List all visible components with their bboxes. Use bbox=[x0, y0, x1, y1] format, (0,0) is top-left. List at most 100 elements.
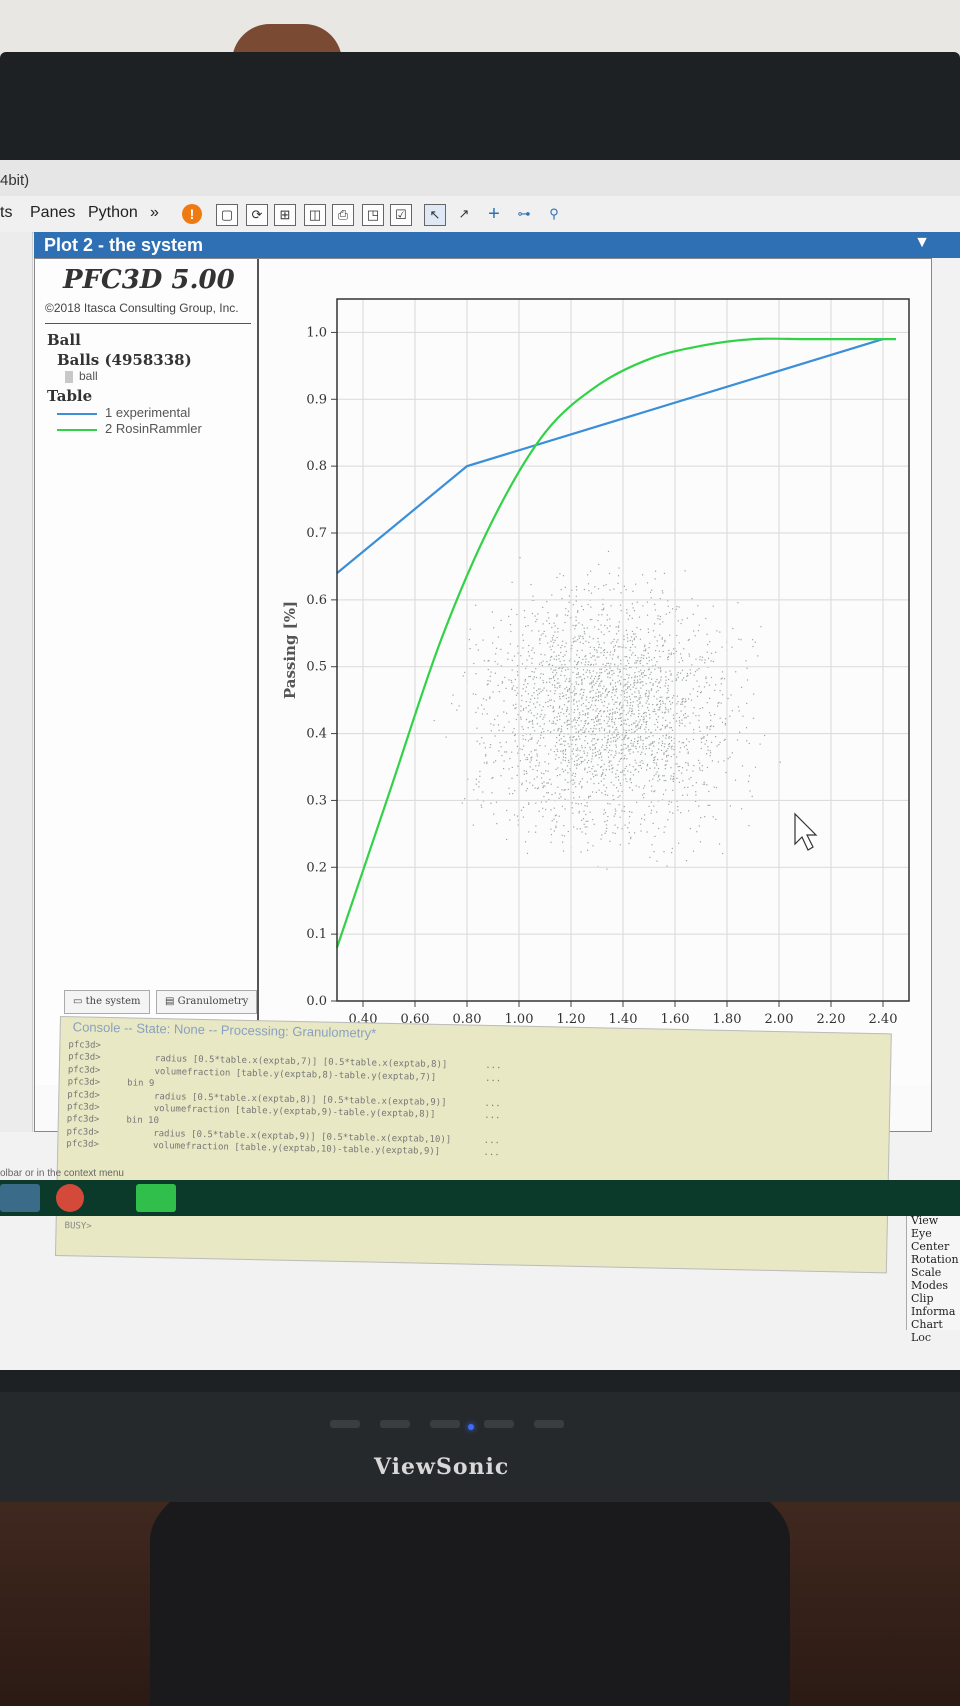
checkbox-icon[interactable]: ☑ bbox=[390, 204, 412, 226]
scatter-dot bbox=[631, 693, 633, 695]
console-pane[interactable]: Console -- State: None -- Processing: Gr… bbox=[54, 1016, 892, 1274]
scatter-dot bbox=[658, 776, 660, 778]
scatter-dot bbox=[580, 704, 583, 706]
scatter-dot bbox=[581, 605, 583, 607]
scatter-dot bbox=[593, 626, 596, 628]
monitor-button[interactable] bbox=[484, 1420, 514, 1428]
legend-line-rosinrammler bbox=[57, 429, 97, 431]
select-cursor-icon[interactable]: ↖ bbox=[424, 204, 446, 226]
scatter-dot bbox=[662, 702, 664, 704]
scatter-dot bbox=[513, 728, 515, 730]
tab-granulometry[interactable]: ▤ Granulometry bbox=[156, 990, 258, 1014]
scatter-dot bbox=[623, 667, 625, 670]
scatter-dot bbox=[552, 720, 554, 722]
scatter-dot bbox=[559, 743, 561, 745]
render-icon[interactable]: ◫ bbox=[304, 204, 326, 226]
scatter-dot bbox=[626, 683, 628, 685]
window-title: 4bit) bbox=[0, 172, 30, 189]
scatter-dot bbox=[698, 726, 700, 728]
scatter-dot bbox=[645, 715, 647, 717]
scatter-dot bbox=[617, 764, 619, 766]
view-panel-item[interactable]: Eye bbox=[911, 1227, 932, 1240]
scatter-dot bbox=[508, 793, 511, 795]
scatter-dot bbox=[608, 673, 610, 675]
scatter-dot bbox=[613, 815, 615, 817]
scatter-dot bbox=[489, 680, 491, 682]
granulometry-chart[interactable]: 0.40 0.60 0.80 1.00 1.20 1.40 1.60 1.80 2.00 2.20… bbox=[259, 259, 931, 1085]
scatter-dot bbox=[603, 585, 605, 587]
print-icon[interactable]: ⎙ bbox=[332, 204, 354, 226]
scatter-dot bbox=[652, 704, 654, 706]
pick-icon[interactable]: ↗ bbox=[454, 204, 474, 224]
scatter-dot bbox=[572, 739, 574, 741]
tab-the-system[interactable]: ▭ the system bbox=[64, 990, 150, 1014]
view-panel-item[interactable]: Center bbox=[911, 1240, 949, 1253]
scatter-dot bbox=[528, 644, 530, 647]
scatter-dot bbox=[590, 681, 593, 683]
scatter-dot bbox=[498, 750, 500, 752]
view-panel-item[interactable]: Rotation bbox=[911, 1253, 959, 1266]
scatter-dot bbox=[530, 757, 532, 759]
monitor-button[interactable] bbox=[330, 1420, 360, 1428]
view-panel-item[interactable]: Clip bbox=[911, 1292, 934, 1305]
scatter-dot bbox=[533, 692, 535, 694]
menu-overflow[interactable]: » bbox=[150, 204, 159, 222]
scatter-dot bbox=[623, 810, 625, 812]
scatter-dot bbox=[552, 639, 554, 641]
scatter-dot bbox=[476, 740, 478, 742]
chevron-down-icon[interactable]: ▼ bbox=[914, 234, 930, 252]
scatter-dot bbox=[641, 673, 643, 675]
scatter-dot bbox=[754, 641, 756, 643]
scatter-dot bbox=[595, 770, 597, 772]
scatter-dot bbox=[523, 773, 525, 775]
scatter-dot bbox=[543, 731, 545, 733]
scatter-dot bbox=[576, 705, 579, 707]
line-app-icon[interactable] bbox=[136, 1184, 176, 1212]
scatter-dot bbox=[561, 805, 563, 807]
scatter-dot bbox=[660, 703, 662, 705]
crosshair-icon[interactable]: + bbox=[484, 204, 504, 224]
scatter-dot bbox=[618, 736, 621, 738]
tab-label: Granulometry bbox=[177, 996, 249, 1007]
scatter-dot bbox=[575, 640, 577, 642]
scatter-dot bbox=[559, 696, 561, 698]
scatter-dot bbox=[564, 675, 566, 677]
scatter-dot bbox=[573, 826, 575, 828]
scatter-dot bbox=[489, 675, 491, 677]
menu-item-ts[interactable]: ts bbox=[0, 204, 12, 222]
scatter-dot bbox=[582, 694, 584, 696]
scatter-dot bbox=[522, 688, 524, 690]
scatter-dot bbox=[677, 701, 679, 703]
x-tick-label: 1.80 bbox=[713, 1012, 742, 1027]
scatter-dot bbox=[651, 589, 653, 591]
menu-item-python[interactable]: Python bbox=[88, 204, 138, 222]
scatter-dot bbox=[581, 745, 583, 747]
view-panel-item[interactable]: Chart Loc bbox=[911, 1318, 960, 1344]
scatter-dot bbox=[486, 713, 488, 715]
help-app-icon[interactable] bbox=[0, 1184, 40, 1212]
scatter-dot bbox=[603, 654, 605, 656]
refresh-icon[interactable]: ⟳ bbox=[246, 204, 268, 226]
chrome-icon[interactable] bbox=[56, 1184, 84, 1212]
monitor-button[interactable] bbox=[430, 1420, 460, 1428]
scatter-dot bbox=[577, 673, 579, 675]
pane-icon[interactable]: ▢ bbox=[216, 204, 238, 226]
measure-icon[interactable]: ⊶ bbox=[514, 204, 534, 224]
warning-icon[interactable]: ! bbox=[182, 204, 202, 224]
menu-item-panes[interactable]: Panes bbox=[30, 204, 75, 222]
view-panel-item[interactable]: Informa bbox=[911, 1305, 955, 1318]
export-icon[interactable]: ⊞ bbox=[274, 204, 296, 226]
scatter-dot bbox=[479, 743, 481, 745]
scatter-dot bbox=[559, 774, 561, 776]
scatter-dot bbox=[545, 770, 547, 772]
add-plot-icon[interactable]: ◳ bbox=[362, 204, 384, 226]
tripod-icon[interactable]: ⚲ bbox=[544, 204, 564, 224]
monitor-button[interactable] bbox=[534, 1420, 564, 1428]
scatter-dot bbox=[513, 814, 516, 816]
scatter-dot bbox=[511, 751, 513, 753]
scatter-dot bbox=[525, 707, 527, 709]
monitor-button[interactable] bbox=[380, 1420, 410, 1428]
scatter-dot bbox=[661, 724, 664, 726]
view-panel-item[interactable]: Modes bbox=[911, 1279, 948, 1292]
view-panel-item[interactable]: Scale bbox=[911, 1266, 941, 1279]
